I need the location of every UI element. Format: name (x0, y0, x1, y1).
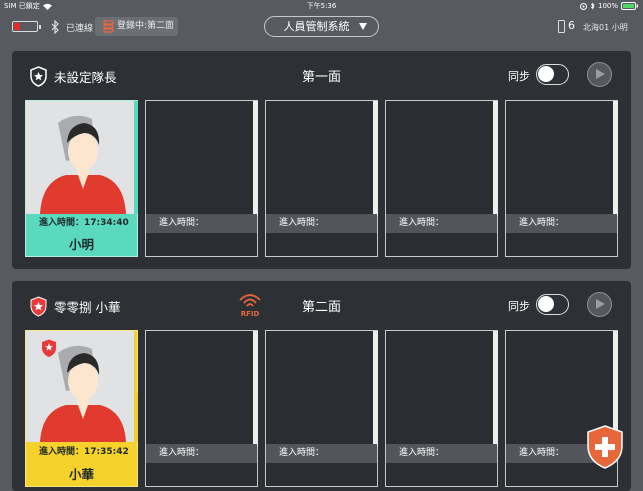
entry-time: 進入時間： (386, 214, 497, 233)
slot-card[interactable]: 進入時間： (385, 330, 498, 487)
device-count: 6 (568, 19, 575, 32)
slot-card[interactable]: 進入時間： (145, 330, 258, 487)
login-status-button[interactable]: 登錄中:第二面 (95, 17, 178, 36)
phone-icon (558, 20, 565, 33)
sync-label: 同步 (508, 300, 530, 313)
team-leader-label: 零零捌 小華 (54, 300, 121, 315)
entry-time: 進入時間：17:35:42 (39, 447, 129, 457)
caret-down-icon (359, 23, 367, 30)
top-bar: 已連線 登錄中:第二面 人員管制系統 6 北海01 小明 (0, 12, 643, 42)
shield-plus-icon[interactable] (585, 424, 625, 470)
entry-time: 進入時間： (146, 214, 257, 233)
entry-time: 進入時間： (146, 444, 257, 463)
battery-percent: 100% (597, 2, 618, 10)
badge-star-icon (30, 66, 47, 87)
play-icon (596, 69, 605, 79)
person-photo (26, 331, 134, 442)
face-label: 第二面 (302, 300, 342, 315)
stack-icon (103, 20, 114, 33)
slot-card[interactable]: 進入時間： (385, 100, 498, 257)
person-photo (26, 101, 135, 214)
rfid-label: RFID (241, 310, 260, 318)
entry-time: 進入時間： (506, 214, 617, 233)
bluetooth-small-icon (590, 2, 595, 10)
slot-card[interactable]: 進入時間：17:35:42 小華 (25, 330, 138, 487)
slot-card[interactable]: 進入時間： (265, 330, 378, 487)
slot-card[interactable]: 進入時間： (265, 100, 378, 257)
sync-toggle[interactable] (536, 294, 569, 315)
user-label: 北海01 小明 (583, 23, 628, 32)
team-panel-1: 未設定隊長 第一面 同步 進入時間：17:34:40 小明 進入時間： 進入時間… (12, 51, 631, 269)
slot-card[interactable]: 進入時間： (145, 100, 258, 257)
person-name: 小華 (68, 467, 94, 482)
system-select-label: 人員管制系統 (283, 20, 350, 33)
entry-time: 進入時間： (386, 444, 497, 463)
status-bar: SIM 已鎖定 下午5:36 100% (0, 0, 643, 12)
rfid-icon: RFID (239, 294, 261, 318)
play-button[interactable] (587, 292, 612, 317)
connection-status: 已連線 (66, 24, 94, 34)
play-button[interactable] (587, 62, 612, 87)
login-status-label: 登錄中:第二面 (117, 21, 175, 31)
badge-star-icon (30, 296, 47, 317)
sync-toggle[interactable] (536, 64, 569, 85)
lock-rotation-icon (579, 2, 587, 10)
face-label: 第一面 (302, 70, 342, 85)
sync-label: 同步 (508, 70, 530, 83)
play-icon (596, 299, 605, 309)
battery-full-icon (621, 2, 638, 10)
battery-icon (12, 21, 41, 32)
person-name: 小明 (68, 237, 94, 252)
bluetooth-icon (51, 20, 59, 34)
clock: 下午5:36 (306, 2, 337, 10)
entry-time: 進入時間： (266, 214, 377, 233)
slot-card[interactable]: 進入時間： (505, 100, 618, 257)
team-panel-2: 零零捌 小華 RFID 第二面 同步 進入時間：17:35:42 小華 進入時間… (12, 281, 631, 491)
slot-card[interactable]: 進入時間：17:34:40 小明 (25, 100, 138, 257)
system-select[interactable]: 人員管制系統 (264, 16, 379, 37)
team-leader-label: 未設定隊長 (54, 70, 117, 85)
entry-time: 進入時間： (266, 444, 377, 463)
entry-time: 進入時間：17:34:40 (39, 218, 129, 228)
